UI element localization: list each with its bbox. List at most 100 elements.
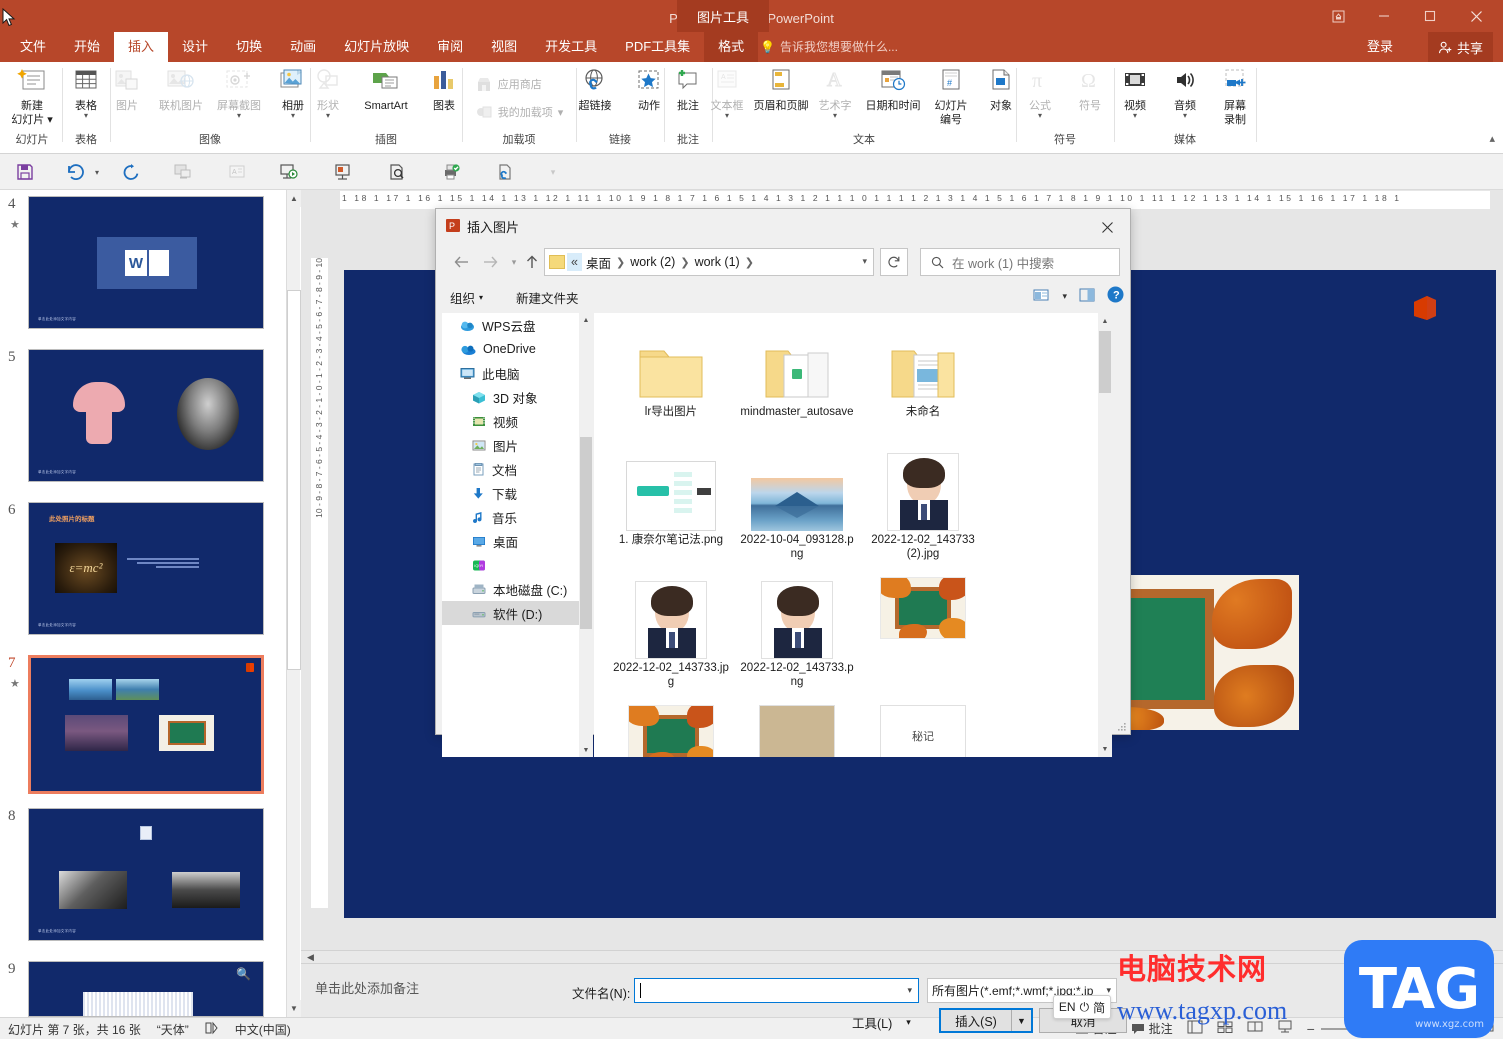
language-label[interactable]: 中文(中国)	[235, 1021, 291, 1038]
file-item[interactable]	[734, 705, 860, 757]
undo-dropdown-icon[interactable]: ▾	[84, 160, 110, 184]
save-icon[interactable]	[12, 160, 38, 184]
print-preview-icon[interactable]	[384, 160, 410, 184]
store-button[interactable]: 应用商店	[471, 70, 546, 98]
breadcrumb-overflow[interactable]: «	[567, 253, 582, 271]
sidebar-item-drive-d[interactable]: 软件 (D:)	[442, 601, 579, 625]
tab-transitions[interactable]: 切换	[222, 32, 276, 62]
tab-view[interactable]: 视图	[477, 32, 531, 62]
my-addins-button[interactable]: 我的加载项 ▾	[471, 98, 568, 126]
sidebar-item-iqiyi[interactable]: iQIYI	[442, 553, 579, 577]
file-item[interactable]	[608, 705, 734, 757]
new-slide-button[interactable]: 新建 幻灯片 ▾	[3, 64, 61, 126]
scrollbar-thumb[interactable]	[1099, 331, 1111, 393]
thumbnail-item[interactable]: 4 ★ W 单击此处添加文字内容	[0, 196, 285, 341]
thumbnail-item[interactable]: 9 🔍	[0, 961, 285, 1017]
sidebar-item-this-pc[interactable]: 此电脑	[442, 361, 579, 385]
tab-format[interactable]: 格式	[704, 32, 759, 62]
qat-more-icon[interactable]: ▾	[540, 160, 566, 184]
audio-button[interactable]: 音频 ▾	[1160, 64, 1210, 120]
screen-record-button[interactable]: 屏幕 录制	[1210, 64, 1260, 126]
view-dropdown-icon[interactable]: ▾	[1062, 291, 1067, 302]
text-icon[interactable]: A	[224, 160, 250, 184]
scroll-up-button[interactable]: ▲	[1098, 313, 1112, 329]
tab-slideshow[interactable]: 幻灯片放映	[330, 32, 423, 62]
file-item[interactable]	[860, 577, 986, 705]
file-item[interactable]: 秘记	[860, 705, 986, 757]
tab-insert[interactable]: 插入	[114, 32, 169, 62]
file-item[interactable]: 1. 康奈尔笔记法.png	[608, 449, 734, 577]
tab-design[interactable]: 设计	[168, 32, 222, 62]
print-icon[interactable]	[438, 160, 464, 184]
tab-animations[interactable]: 动画	[276, 32, 330, 62]
close-icon[interactable]	[1453, 0, 1499, 32]
wordart-button[interactable]: A 艺术字 ▾	[810, 64, 860, 120]
file-item[interactable]: lr导出图片	[608, 321, 734, 449]
thumbnail-item[interactable]: 7 ★	[0, 655, 285, 800]
tab-file[interactable]: 文件	[6, 32, 60, 62]
sidebar-item-local-disk-c[interactable]: 本地磁盘 (C:)	[442, 577, 579, 601]
thumbnail-slide[interactable]: 此处照片的标题 ε=mc² 单击此处添加文字内容	[28, 502, 264, 635]
sidebar-item-3d-objects[interactable]: 3D 对象	[442, 385, 579, 409]
address-dropdown-icon[interactable]: ▾	[862, 256, 867, 267]
scroll-down-button[interactable]: ▼	[287, 1000, 301, 1017]
from-current-slide-icon[interactable]	[170, 160, 196, 184]
tools-button[interactable]: 工具(L) ▾	[852, 1013, 911, 1032]
address-bar[interactable]: « 桌面 ❯ work (2) ❯ work (1) ❯ ▾	[544, 248, 874, 276]
tab-pdf-tools[interactable]: PDF工具集	[611, 32, 704, 62]
insert-dropdown-icon[interactable]: ▼	[1011, 1010, 1031, 1031]
thumbnail-item[interactable]: 5 单击此处添加文字内容	[0, 349, 285, 494]
tab-review[interactable]: 审阅	[423, 32, 477, 62]
thumbnail-slide[interactable]: 单击此处添加文字内容	[28, 808, 264, 941]
back-button[interactable]	[450, 250, 474, 274]
scroll-up-button[interactable]: ▲	[579, 313, 593, 327]
forward-button[interactable]	[478, 250, 502, 274]
thumbnail-scrollbar[interactable]: ▲ ▼	[286, 190, 301, 1017]
date-time-button[interactable]: 日期和时间	[860, 64, 926, 112]
scroll-down-button[interactable]: ▼	[579, 743, 593, 757]
file-item[interactable]: 2022-12-02_143733.jpg	[608, 577, 734, 705]
insert-button[interactable]: 插入(S) ▼	[939, 1008, 1033, 1033]
filename-input[interactable]: ▾	[634, 978, 919, 1003]
equation-button[interactable]: π 公式 ▾	[1015, 64, 1065, 120]
symbol-button[interactable]: Ω 符号	[1065, 64, 1115, 112]
screenshot-button[interactable]: 屏幕截图 ▾	[210, 64, 268, 120]
collapse-notes-icon[interactable]: ◀	[307, 952, 314, 963]
thumbnail-slide[interactable]: 单击此处添加文字内容	[28, 349, 264, 482]
tell-me-search[interactable]: 💡 告诉我您想要做什么...	[760, 32, 898, 62]
tab-home[interactable]: 开始	[60, 32, 114, 62]
preview-pane-button[interactable]	[1079, 288, 1095, 305]
link-icon[interactable]	[492, 160, 518, 184]
picture-button[interactable]: 图片	[102, 64, 152, 112]
minimize-icon[interactable]	[1361, 0, 1407, 32]
scroll-up-button[interactable]: ▲	[287, 190, 301, 207]
slide-number-button[interactable]: # 幻灯片 编号	[926, 64, 976, 126]
new-folder-button[interactable]: 新建文件夹	[516, 288, 579, 307]
help-button[interactable]: ?	[1107, 286, 1124, 306]
sidebar-item-desktop[interactable]: 桌面	[442, 529, 579, 553]
sidebar-scrollbar[interactable]: ▲ ▼	[579, 313, 593, 757]
file-item[interactable]: 2022-12-02_143733 (2).jpg	[860, 449, 986, 577]
up-button[interactable]	[520, 250, 544, 274]
ime-indicator[interactable]: EN ⏻ 简	[1053, 995, 1111, 1019]
redo-icon[interactable]	[118, 160, 144, 184]
scroll-down-button[interactable]: ▼	[1098, 741, 1112, 757]
sidebar-item-downloads[interactable]: 下载	[442, 481, 579, 505]
thumbnail-item[interactable]: 8 单击此处添加文字内容	[0, 808, 285, 953]
collapse-ribbon-button[interactable]: ▴	[1489, 132, 1495, 145]
thumbnail-slide[interactable]: 🔍	[28, 961, 264, 1017]
sidebar-item-pictures[interactable]: 图片	[442, 433, 579, 457]
share-button[interactable]: 共享	[1427, 32, 1493, 62]
accessibility-icon[interactable]	[205, 1021, 219, 1038]
start-slideshow-icon[interactable]	[276, 160, 302, 184]
thumbnail-item[interactable]: 6 此处照片的标题 ε=mc² 单击此处添加文字内容	[0, 502, 285, 647]
ribbon-display-options-icon[interactable]	[1315, 0, 1361, 32]
shapes-button[interactable]: 形状 ▾	[303, 64, 353, 120]
resize-grip[interactable]	[1117, 722, 1127, 732]
view-layout-button[interactable]	[1033, 288, 1050, 305]
file-item[interactable]: mindmaster_autosave	[734, 321, 860, 449]
slide-thumbnail-pane[interactable]: 4 ★ W 单击此处添加文字内容 5 单击此处添加文字内容 6 此处照片的标题 …	[0, 190, 300, 1017]
organize-button[interactable]: 组织 ▾	[450, 288, 483, 307]
file-item[interactable]: 2022-10-04_093128.png	[734, 449, 860, 577]
file-list[interactable]: lr导出图片 mindmaster_autosave 未命名 1. 康奈尔笔记法…	[594, 313, 1112, 757]
